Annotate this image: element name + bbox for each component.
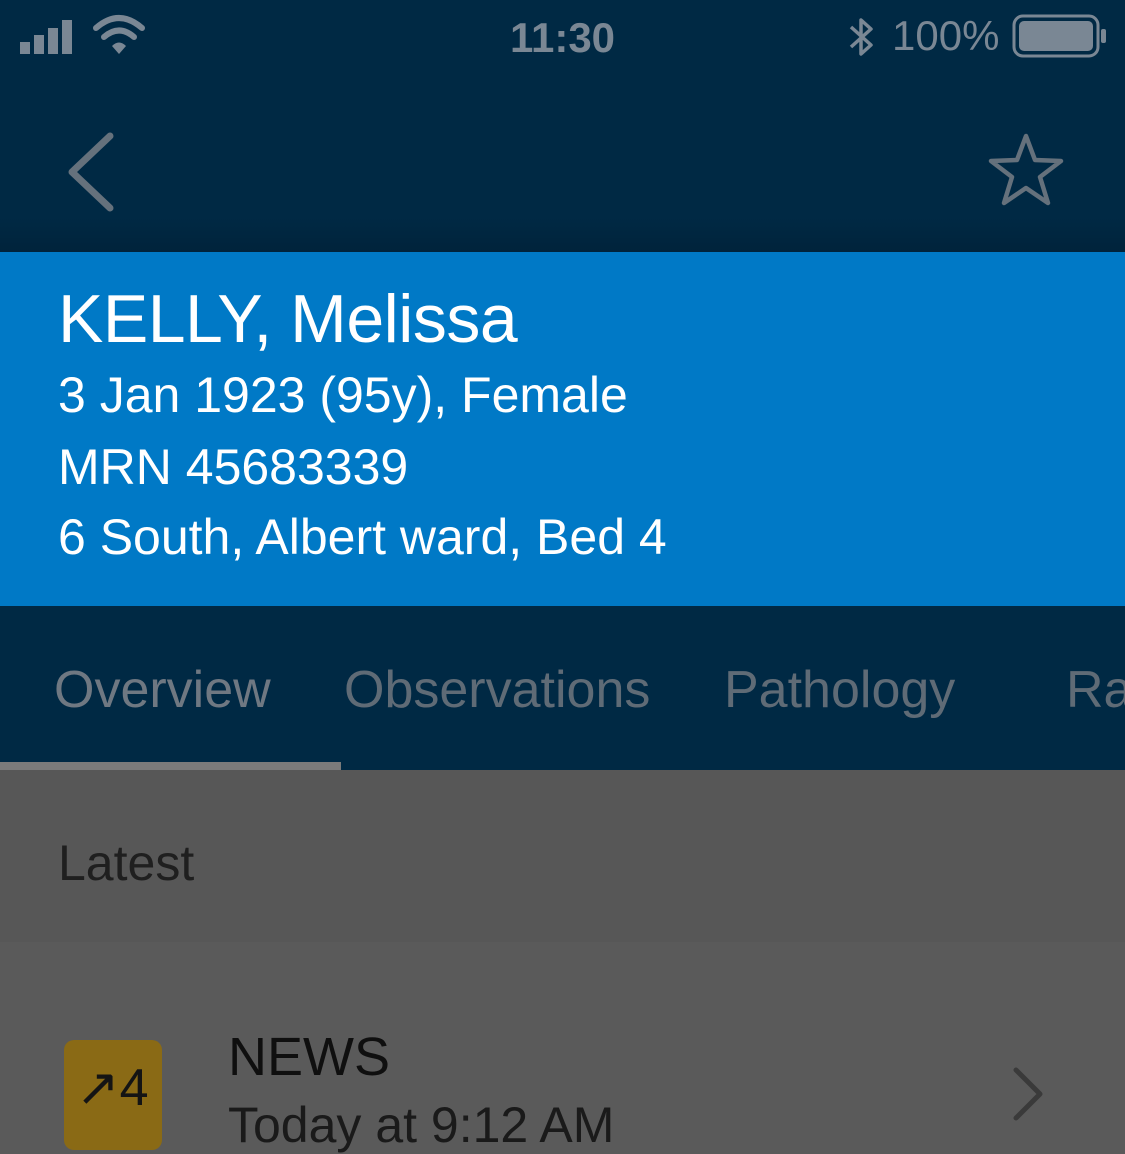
patient-mrn: MRN 45683339 [58, 439, 409, 495]
battery-icon [1012, 14, 1106, 58]
navigation-bar [0, 80, 1125, 252]
news-score-badge: ↗4 [64, 1040, 162, 1150]
latest-section-header: Latest [0, 770, 1125, 942]
news-timestamp: Today at 9:12 AM [228, 1097, 615, 1153]
patient-header: KELLY, Melissa 3 Jan 1923 (95y), Female … [0, 252, 1125, 606]
news-list-item[interactable]: ↗4 NEWS Today at 9:12 AM [0, 942, 1125, 1153]
star-icon[interactable] [988, 132, 1064, 208]
tab-pathology[interactable]: Pathology [724, 660, 955, 720]
tab-overview[interactable]: Overview [54, 660, 271, 720]
latest-label: Latest [58, 835, 195, 891]
tab-radiology[interactable]: Ra [1066, 660, 1125, 720]
news-score: ↗4 [76, 1059, 149, 1117]
patient-dob: 3 Jan 1923 (95y), Female [58, 367, 628, 423]
back-chevron-icon[interactable] [60, 132, 124, 212]
chevron-right-icon [1013, 1067, 1043, 1121]
patient-location: 6 South, Albert ward, Bed 4 [58, 509, 667, 565]
battery-percent: 100% [892, 12, 1000, 59]
status-bar: 11:30 100% [0, 0, 1125, 80]
bluetooth-icon [849, 18, 873, 56]
news-title: NEWS [228, 1027, 390, 1087]
tab-observations[interactable]: Observations [344, 660, 650, 720]
patient-name: KELLY, Melissa [58, 281, 518, 357]
tab-selected-indicator [0, 762, 341, 770]
tab-bar: Overview Observations Pathology Ra [0, 606, 1125, 770]
